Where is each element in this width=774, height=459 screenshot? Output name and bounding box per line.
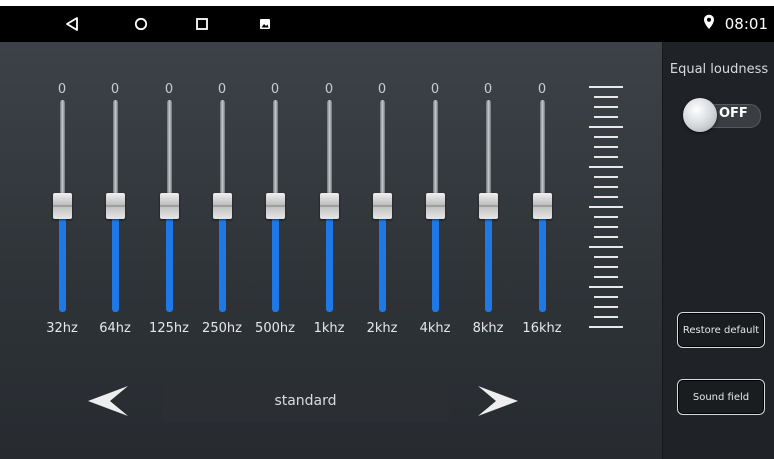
eq-band: 0 2khz (362, 42, 402, 342)
band-frequency-label: 125hz (149, 321, 189, 336)
scale-tick (589, 126, 623, 128)
slider-fill (539, 206, 546, 312)
scale-tick (594, 96, 618, 98)
band-value: 0 (110, 82, 120, 97)
band-value: 0 (164, 82, 174, 97)
scale-tick (594, 296, 618, 298)
scale-tick (594, 256, 618, 258)
slider-knob[interactable] (106, 193, 125, 219)
eq-band: 0 125hz (149, 42, 189, 342)
slider-knob[interactable] (320, 193, 339, 219)
band-value: 0 (324, 82, 334, 97)
restore-default-button[interactable]: Restore default (677, 312, 765, 348)
gallery-icon[interactable] (250, 6, 280, 42)
scale-tick (594, 266, 618, 268)
slider-knob[interactable] (53, 193, 72, 219)
band-frequency-label: 250hz (202, 321, 242, 336)
eq-band: 0 32hz (42, 42, 82, 342)
preset-name: standard (274, 393, 337, 409)
slider-knob[interactable] (479, 193, 498, 219)
scale-tick (589, 166, 623, 168)
band-frequency-label: 16khz (522, 321, 562, 336)
eq-band: 0 500hz (255, 42, 295, 342)
scale-tick (589, 246, 623, 248)
band-frequency-label: 8khz (472, 321, 504, 336)
scale-tick (594, 176, 618, 178)
toggle-state-label: OFF (719, 106, 748, 121)
home-icon[interactable] (126, 6, 156, 42)
band-value: 0 (57, 82, 67, 97)
slider-knob[interactable] (426, 193, 445, 219)
slider-fill (432, 206, 439, 312)
eq-band: 0 4khz (415, 42, 455, 342)
scale-tick (594, 236, 618, 238)
slider-knob[interactable] (266, 193, 285, 219)
scale-tick (594, 186, 618, 188)
scale-tick (589, 326, 623, 328)
slider-knob[interactable] (373, 193, 392, 219)
scale-tick (594, 156, 618, 158)
band-frequency-label: 1khz (313, 321, 345, 336)
band-value: 0 (217, 82, 227, 97)
equal-loudness-label: Equal loudness (669, 62, 769, 77)
slider-fill (379, 206, 386, 312)
scale-tick (594, 226, 618, 228)
eq-band: 0 250hz (202, 42, 242, 342)
band-frequency-label: 64hz (99, 321, 131, 336)
sound-field-button[interactable]: Sound field (677, 379, 765, 415)
recents-icon[interactable] (187, 6, 217, 42)
scale-tick (594, 196, 618, 198)
band-value: 0 (537, 82, 547, 97)
slider-knob[interactable] (160, 193, 179, 219)
slider-fill (272, 206, 279, 312)
status-bar: 08:01 (0, 6, 774, 42)
band-frequency-label: 4khz (419, 321, 451, 336)
scale-tick (594, 136, 618, 138)
slider-fill (326, 206, 333, 312)
eq-band: 0 1khz (309, 42, 349, 342)
back-icon[interactable] (57, 6, 87, 42)
slider-fill (485, 206, 492, 312)
scale-tick (594, 276, 618, 278)
band-frequency-label: 500hz (255, 321, 295, 336)
preset-display: standard (162, 381, 449, 421)
eq-band: 0 16khz (522, 42, 562, 342)
band-frequency-label: 2khz (366, 321, 398, 336)
clock: 08:01 (724, 15, 768, 33)
previous-preset-arrow-icon[interactable] (88, 386, 128, 420)
toggle-knob (683, 98, 717, 132)
next-preset-arrow-icon[interactable] (478, 386, 518, 420)
eq-band: 0 8khz (468, 42, 508, 342)
location-pin-icon (703, 14, 715, 34)
side-panel: Equal loudness OFF Restore default Sound… (662, 42, 774, 459)
slider-knob[interactable] (213, 193, 232, 219)
slider-knob[interactable] (533, 193, 552, 219)
band-value: 0 (483, 82, 493, 97)
scale-tick (594, 306, 618, 308)
eq-band: 0 64hz (95, 42, 135, 342)
equalizer-panel: 0 32hz 0 64hz 0 125hz 0 250hz 0 500hz 0 1khz 0 2khz 0 4… (0, 42, 662, 459)
scale-tick (589, 286, 623, 288)
band-frequency-label: 32hz (46, 321, 78, 336)
scale-tick (594, 316, 618, 318)
slider-fill (59, 206, 66, 312)
scale-tick (594, 146, 618, 148)
scale-tick (594, 106, 618, 108)
level-scale (588, 86, 624, 328)
band-value: 0 (377, 82, 387, 97)
slider-fill (112, 206, 119, 312)
scale-tick (594, 116, 618, 118)
scale-tick (589, 86, 623, 88)
scale-tick (594, 216, 618, 218)
scale-tick (589, 206, 623, 208)
slider-fill (219, 206, 226, 312)
band-value: 0 (270, 82, 280, 97)
band-value: 0 (430, 82, 440, 97)
equal-loudness-toggle[interactable]: OFF (683, 98, 763, 132)
slider-fill (166, 206, 173, 312)
